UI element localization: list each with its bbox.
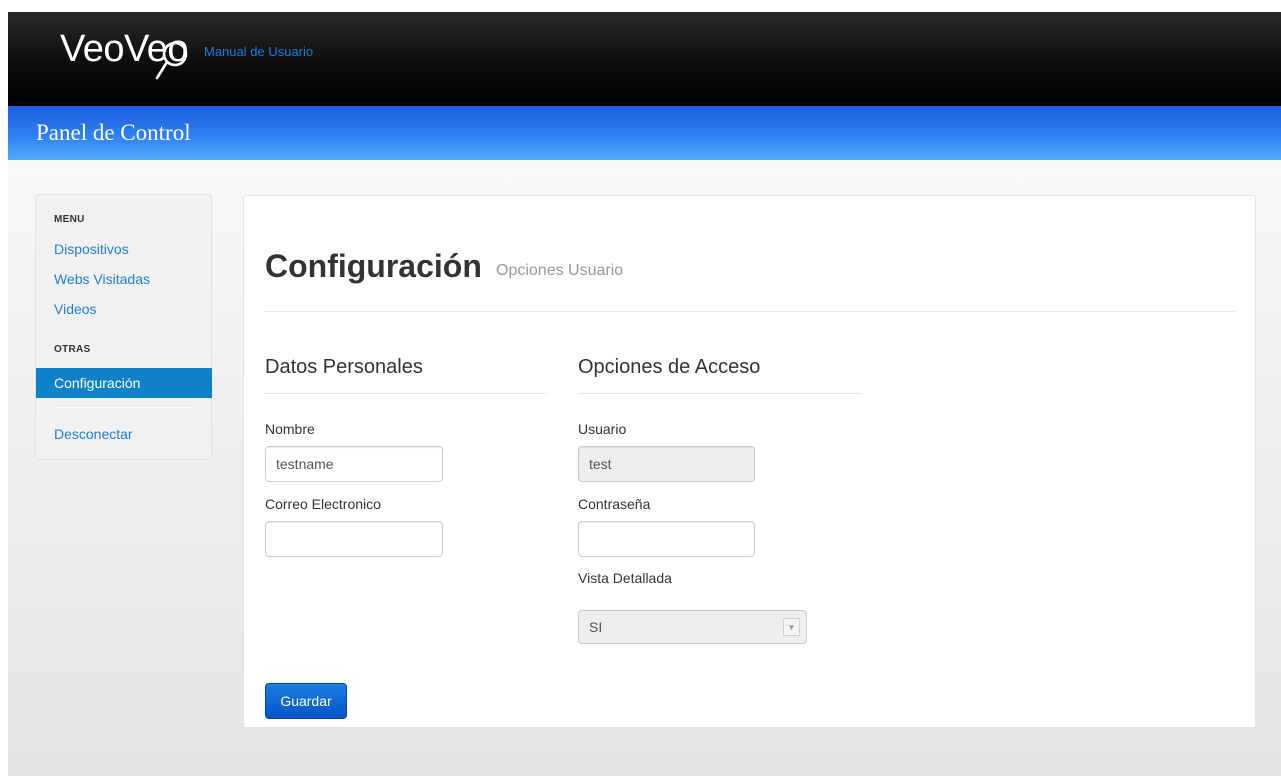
detailed-view-value: SI xyxy=(589,619,603,635)
main-panel: Configuración Opciones Usuario Datos Per… xyxy=(243,195,1256,728)
title-bar: Panel de Control xyxy=(8,106,1281,160)
brand-subtitle[interactable]: Manual de Usuario xyxy=(204,44,313,59)
email-input[interactable] xyxy=(265,521,443,557)
user-label: Usuario xyxy=(578,421,627,437)
password-label: Contraseña xyxy=(578,496,651,512)
sidebar: MENU Dispositivos Webs Visitadas Videos … xyxy=(35,194,212,460)
top-navbar: VeoVeo Manual de Usuario xyxy=(8,12,1281,106)
save-button[interactable]: Guardar xyxy=(265,683,347,719)
user-input xyxy=(578,446,755,482)
other-header: OTRAS xyxy=(54,344,91,355)
sidebar-item-webs-visitadas[interactable]: Webs Visitadas xyxy=(54,271,150,287)
menu-header: MENU xyxy=(54,214,85,225)
sidebar-item-desconectar[interactable]: Desconectar xyxy=(54,426,133,442)
page: VeoVeo Manual de Usuario Panel de Contro… xyxy=(8,12,1281,776)
page-title: Configuración xyxy=(265,248,482,284)
name-label: Nombre xyxy=(265,421,315,437)
nav-divider xyxy=(54,407,194,408)
magnifier-icon xyxy=(155,41,188,80)
email-label: Correo Electronico xyxy=(265,496,381,512)
panel-title: Panel de Control xyxy=(36,120,191,145)
detailed-view-label: Vista Detallada xyxy=(578,570,672,586)
section-divider-personal xyxy=(265,393,547,394)
heading-divider xyxy=(265,311,1235,312)
sidebar-item-configuracion[interactable]: Configuración xyxy=(36,368,212,398)
section-divider-access xyxy=(578,393,862,394)
sidebar-item-videos[interactable]: Videos xyxy=(54,301,97,317)
page-subtitle: Opciones Usuario xyxy=(496,262,624,279)
section-title-personal: Datos Personales xyxy=(265,356,423,378)
name-input[interactable] xyxy=(265,446,443,482)
password-input[interactable] xyxy=(578,521,755,557)
chevron-down-icon[interactable]: ▼ xyxy=(783,618,800,636)
detailed-view-select[interactable]: SI ▼ xyxy=(578,610,807,644)
section-title-access: Opciones de Acceso xyxy=(578,356,761,378)
sidebar-item-dispositivos[interactable]: Dispositivos xyxy=(54,241,129,257)
